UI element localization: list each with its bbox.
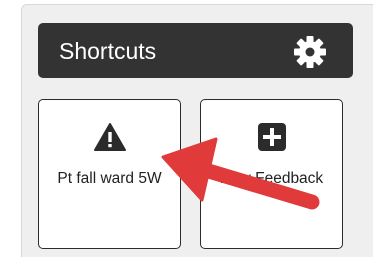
shortcut-tile-new-feedback[interactable]: New Feedback: [200, 99, 343, 249]
shortcut-label: New Feedback: [219, 170, 324, 187]
shortcut-tile-pt-fall[interactable]: Pt fall ward 5W: [38, 99, 181, 249]
gear-icon[interactable]: [292, 34, 328, 70]
plus-square-icon: [257, 123, 286, 151]
header-title: Shortcuts: [59, 38, 157, 64]
warning-triangle-icon: [93, 123, 126, 151]
shortcut-label: Pt fall ward 5W: [57, 170, 162, 187]
